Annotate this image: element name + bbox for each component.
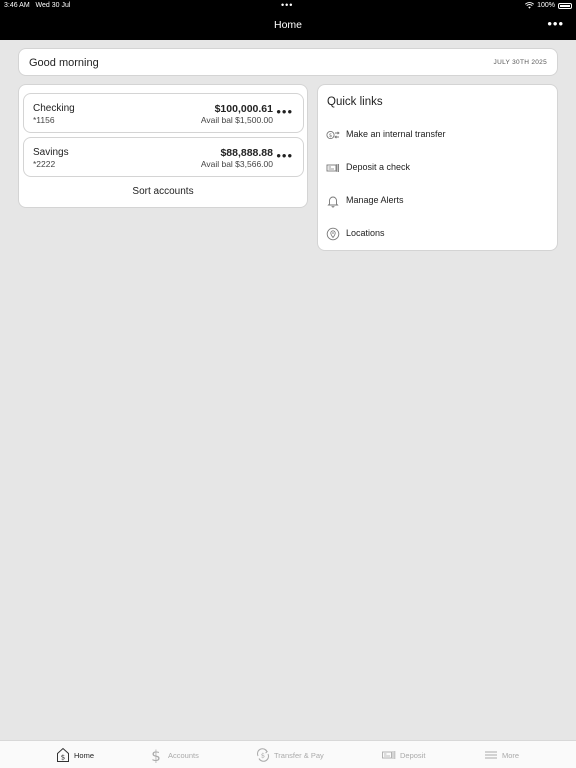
battery-icon	[558, 2, 572, 9]
greeting-text: Good morning	[29, 57, 99, 69]
battery-percent: 100%	[537, 2, 555, 9]
account-available-balance: Avail bal $3,566.00	[200, 159, 273, 169]
account-number: *2222	[33, 159, 56, 169]
wifi-icon	[525, 2, 535, 9]
quick-links-title: Quick links	[327, 96, 383, 108]
nav-bar: Home •••	[0, 12, 576, 40]
quick-link-locations[interactable]: Locations	[318, 222, 557, 246]
tab-transfer-pay[interactable]: $ Transfer & Pay	[256, 741, 324, 768]
tab-label: Accounts	[168, 750, 199, 760]
page-title: Home	[273, 19, 302, 31]
tab-label: Transfer & Pay	[274, 750, 324, 760]
tab-deposit[interactable]: Deposit	[382, 741, 425, 768]
greeting-card: Good morning JULY 30TH 2025	[18, 48, 558, 76]
svg-text:$: $	[151, 747, 161, 763]
quick-link-manage-alerts[interactable]: Manage Alerts	[318, 189, 557, 213]
transfer-icon: $	[326, 130, 340, 140]
check-deposit-icon	[326, 164, 339, 172]
account-row-savings[interactable]: Savings *2222 $88,888.88 Avail bal $3,56…	[23, 137, 304, 177]
svg-text:$: $	[261, 752, 265, 760]
greeting-date: JULY 30TH 2025	[493, 59, 547, 66]
account-row-checking[interactable]: Checking *1156 $100,000.61 Avail bal $1,…	[23, 93, 304, 133]
check-deposit-icon	[382, 751, 396, 759]
account-name: Checking	[33, 103, 75, 114]
status-date: Wed 30 Jul	[35, 2, 71, 9]
tab-label: More	[502, 750, 520, 760]
status-time: 3:46 AM	[4, 2, 30, 9]
multitasking-dots-icon[interactable]: •••	[281, 0, 293, 10]
location-pin-icon	[326, 227, 340, 241]
tab-bar: $ Home $ Accounts $ Transfer & Pay Depos…	[0, 740, 576, 768]
svg-text:$: $	[329, 133, 333, 139]
quick-link-label: Locations	[346, 228, 385, 238]
svg-text:$: $	[61, 754, 65, 762]
status-right: 100%	[525, 2, 572, 9]
sort-accounts-button[interactable]: Sort accounts	[19, 186, 307, 197]
more-options-button[interactable]: •••	[547, 16, 564, 31]
account-name: Savings	[33, 147, 69, 158]
quick-link-deposit-check[interactable]: Deposit a check	[318, 156, 557, 180]
account-balance: $100,000.61	[214, 103, 273, 115]
quick-link-label: Manage Alerts	[346, 195, 404, 205]
account-balance: $88,888.88	[220, 147, 273, 159]
tab-accounts[interactable]: $ Accounts	[150, 741, 199, 768]
account-available-balance: Avail bal $1,500.00	[200, 115, 273, 125]
quick-links-card: Quick links $ Make an internal transfer …	[317, 84, 558, 251]
account-more-button[interactable]: •••	[276, 148, 293, 163]
account-number: *1156	[33, 115, 55, 125]
status-time-date: 3:46 AM Wed 30 Jul	[4, 2, 70, 9]
tab-home[interactable]: $ Home	[56, 741, 94, 768]
quick-link-internal-transfer[interactable]: $ Make an internal transfer	[318, 123, 557, 147]
quick-link-label: Deposit a check	[346, 162, 411, 172]
transfer-pay-icon: $	[257, 748, 269, 762]
menu-icon	[485, 751, 497, 759]
account-more-button[interactable]: •••	[276, 104, 293, 119]
accounts-card: Checking *1156 $100,000.61 Avail bal $1,…	[18, 84, 308, 208]
home-dollar-icon: $	[57, 747, 69, 762]
tab-more[interactable]: More	[484, 741, 519, 768]
status-bar: 3:46 AM Wed 30 Jul ••• 100%	[0, 0, 576, 12]
bell-icon	[327, 196, 339, 208]
tab-label: Deposit	[400, 750, 426, 760]
dollar-icon: $	[151, 747, 161, 763]
tab-label: Home	[74, 750, 95, 760]
quick-link-label: Make an internal transfer	[346, 129, 446, 139]
